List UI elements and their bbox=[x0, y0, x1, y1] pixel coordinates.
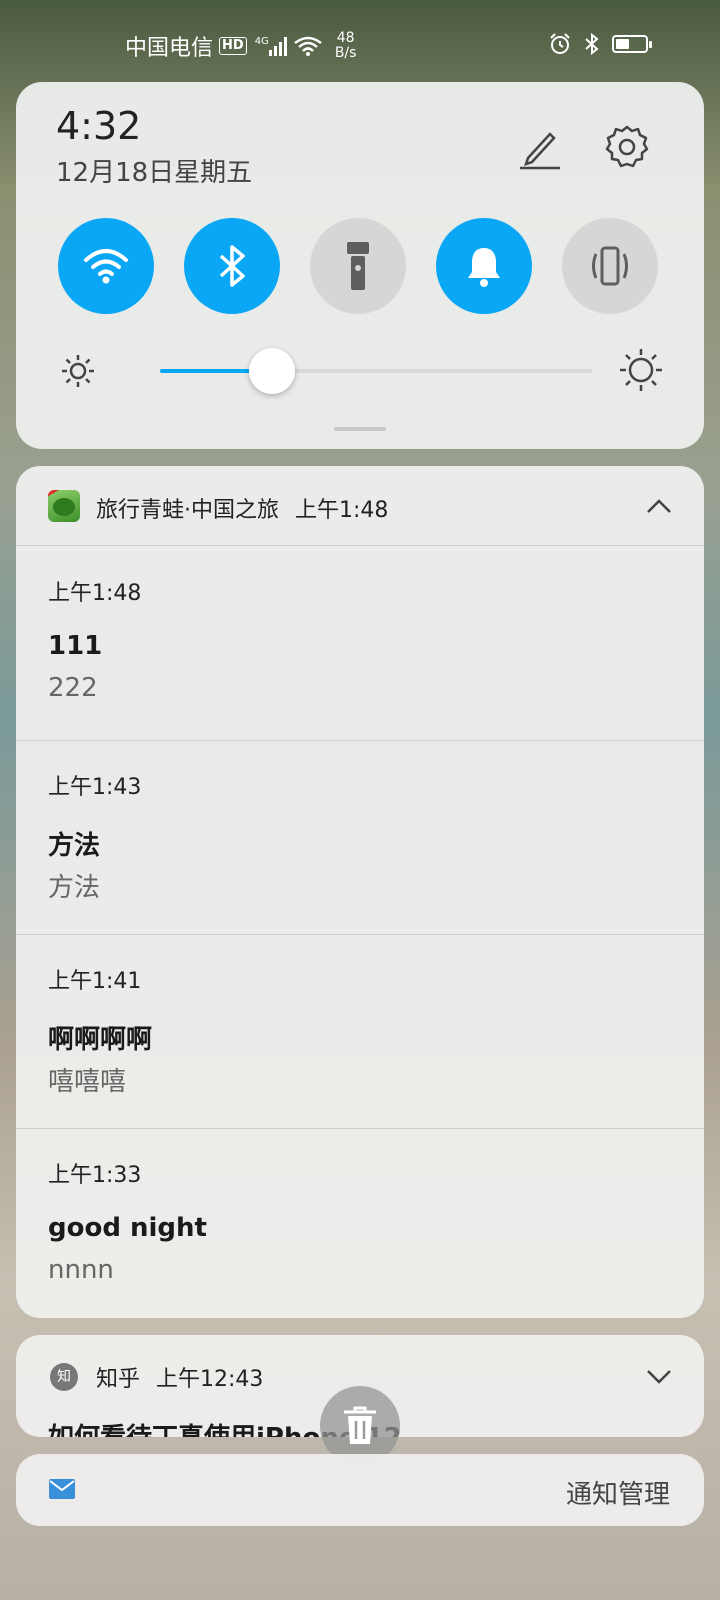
notification-group-card[interactable]: 旅行青蛙·中国之旅 上午1:48 上午1:48 111 222 上午1:43 方… bbox=[16, 466, 704, 1318]
panel-drag-handle[interactable] bbox=[334, 427, 386, 431]
wifi-icon bbox=[84, 249, 128, 284]
bluetooth-toggle[interactable] bbox=[184, 218, 280, 314]
status-bar: 中国电信 HD 4G 48 B/s bbox=[0, 0, 720, 84]
notification-time: 上午1:48 bbox=[48, 581, 142, 606]
vibrate-icon bbox=[592, 246, 628, 286]
brightness-control bbox=[60, 347, 662, 397]
network-speed: 48 B/s bbox=[335, 31, 357, 61]
network-type-label: 4G bbox=[254, 36, 269, 47]
zhihu-app-icon: 知 bbox=[50, 1363, 78, 1391]
signal-icon: 4G bbox=[255, 36, 287, 56]
flashlight-icon bbox=[347, 242, 369, 290]
trash-icon bbox=[344, 1406, 376, 1444]
notification-body: 嘻嘻嘻 bbox=[48, 1067, 127, 1097]
carrier-label: 中国电信 bbox=[125, 36, 214, 61]
bluetooth-icon bbox=[219, 245, 245, 287]
vibrate-toggle[interactable] bbox=[562, 218, 658, 314]
brightness-low-icon bbox=[62, 355, 94, 387]
speed-unit: B/s bbox=[334, 45, 357, 61]
notification-title: 111 bbox=[48, 631, 103, 661]
mail-icon bbox=[49, 1479, 75, 1499]
speed-value: 48 bbox=[336, 30, 355, 46]
notification-item[interactable]: 上午1:41 啊啊啊啊 嘻嘻嘻 bbox=[16, 935, 704, 1129]
notification-manage-bar[interactable]: 通知管理 bbox=[16, 1454, 704, 1526]
bluetooth-icon bbox=[585, 32, 599, 56]
status-left: 中国电信 HD 4G 48 B/s bbox=[125, 30, 356, 62]
notification-group-title: 旅行青蛙·中国之旅 上午1:48 bbox=[96, 492, 388, 524]
notification-time: 上午1:33 bbox=[48, 1163, 142, 1188]
clock-time: 4:32 bbox=[56, 104, 142, 148]
notification-item[interactable]: 上午1:33 good night nnnn bbox=[16, 1129, 704, 1318]
notification-group-header[interactable]: 旅行青蛙·中国之旅 上午1:48 bbox=[16, 466, 704, 546]
notification-body: 方法 bbox=[48, 873, 101, 903]
notification-body: 222 bbox=[48, 673, 98, 703]
wifi-icon bbox=[294, 36, 322, 56]
flashlight-toggle[interactable] bbox=[310, 218, 406, 314]
brightness-slider-thumb[interactable] bbox=[249, 348, 296, 394]
gear-icon[interactable] bbox=[602, 122, 652, 172]
status-right bbox=[548, 32, 652, 56]
notification-time: 上午1:43 bbox=[48, 775, 142, 800]
notification-item[interactable]: 上午1:43 方法 方法 bbox=[16, 741, 704, 935]
brightness-high-icon bbox=[620, 349, 662, 391]
notification-title: 方法 bbox=[48, 831, 101, 861]
app-name: 旅行青蛙·中国之旅 bbox=[96, 498, 279, 523]
notification-time: 上午12:43 bbox=[156, 1367, 264, 1392]
clock-date: 12月18日星期五 bbox=[56, 158, 253, 188]
quick-settings-panel: 4:32 12月18日星期五 bbox=[16, 82, 704, 449]
notification-title: 啊啊啊啊 bbox=[48, 1025, 153, 1055]
brightness-slider[interactable] bbox=[160, 348, 592, 394]
bell-icon bbox=[468, 248, 500, 287]
zhihu-header: 知乎 上午12:43 bbox=[96, 1361, 263, 1393]
notification-title: good night bbox=[48, 1213, 207, 1243]
edit-icon[interactable] bbox=[516, 124, 564, 172]
app-name: 知乎 bbox=[96, 1367, 141, 1392]
alarm-icon bbox=[550, 33, 570, 54]
battery-icon bbox=[612, 35, 652, 53]
wifi-toggle[interactable] bbox=[58, 218, 154, 314]
chevron-down-icon[interactable] bbox=[644, 1361, 674, 1391]
notification-item[interactable]: 上午1:48 111 222 bbox=[16, 547, 704, 741]
notification-manage-button[interactable]: 通知管理 bbox=[566, 1474, 670, 1511]
notification-time: 上午1:41 bbox=[48, 969, 142, 994]
notification-body: nnnn bbox=[48, 1255, 114, 1285]
quick-toggle-row bbox=[58, 218, 662, 314]
chevron-up-icon[interactable] bbox=[644, 492, 674, 522]
hd-icon: HD bbox=[219, 37, 247, 55]
sound-toggle[interactable] bbox=[436, 218, 532, 314]
frog-app-icon bbox=[48, 490, 80, 522]
group-time: 上午1:48 bbox=[295, 498, 389, 523]
